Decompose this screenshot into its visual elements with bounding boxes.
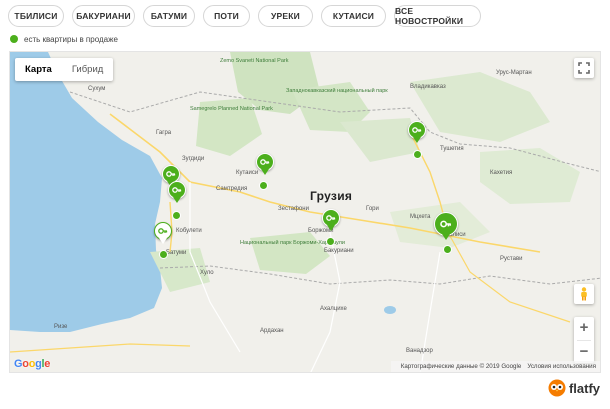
marker-gudauri[interactable] <box>408 121 426 143</box>
zoom-in-button[interactable]: + <box>574 317 594 340</box>
label-vanadzor: Ванадзор <box>406 348 433 354</box>
credits-data: Картографические данные © 2019 Google <box>400 363 522 370</box>
label-zugdidi: Зугдиди <box>182 156 205 162</box>
label-mtskheta: Мцхета <box>410 214 431 220</box>
label-samegrelo: Samegrelo Planned National Park <box>190 106 273 112</box>
map-credits: Картографические данные © 2019 Google Ус… <box>390 361 600 372</box>
label-west-park: Западнокавказский национальный парк <box>286 88 388 94</box>
marker-tbilisi-dot[interactable] <box>443 245 452 254</box>
marker-borjomi[interactable] <box>322 209 340 231</box>
label-rustavi: Рустави <box>500 256 523 262</box>
legend: есть квартиры в продаже <box>10 33 118 45</box>
map-type-control: Карта Гибрид <box>15 58 114 81</box>
city-pill-tbilisi[interactable]: ТБИЛИСИ <box>8 5 64 27</box>
label-zestafoni: Зестафони <box>278 206 309 212</box>
label-kutaisi: Кутаиси <box>236 170 259 176</box>
marker-ureki-dot[interactable] <box>172 211 181 220</box>
marker-gudauri-dot[interactable] <box>413 150 422 159</box>
tab-map[interactable]: Карта <box>15 58 62 81</box>
label-urus: Урус-Мартан <box>496 70 532 76</box>
google-logo: Google <box>14 358 51 370</box>
label-gagra: Гагра <box>156 130 172 136</box>
key-icon <box>172 187 182 193</box>
label-samtredia: Самтредия <box>216 186 248 192</box>
city-pill-poti[interactable]: ПОТИ <box>203 5 250 27</box>
owl-icon <box>548 379 566 397</box>
flatfy-logo[interactable]: flatfy <box>548 379 600 397</box>
marker-kutaisi[interactable] <box>256 153 274 175</box>
key-icon <box>158 228 168 234</box>
key-icon <box>166 171 176 177</box>
marker-batumi-dot[interactable] <box>159 250 168 259</box>
label-khulo: Хуло <box>200 270 214 276</box>
label-country: Грузия <box>310 189 353 203</box>
marker-bakuriani-dot[interactable] <box>326 237 335 246</box>
city-pill-all-new[interactable]: ВСЕ НОВОСТРОЙКИ <box>394 5 481 27</box>
map-base <box>10 52 600 372</box>
fullscreen-button[interactable] <box>574 58 594 78</box>
city-pill-bakuriani[interactable]: БАКУРИАНИ <box>72 5 135 27</box>
zoom-control: + − <box>574 317 594 363</box>
city-pill-batumi[interactable]: БАТУМИ <box>143 5 195 27</box>
label-sukhum: Сухум <box>88 86 106 92</box>
key-icon <box>412 127 422 133</box>
label-akhaltsikhe: Ахалцихе <box>320 306 347 312</box>
fullscreen-icon <box>578 62 590 74</box>
marker-batumi[interactable] <box>154 222 172 244</box>
credits-terms-link[interactable]: Условия использования <box>527 363 596 370</box>
label-gori: Гори <box>366 206 379 212</box>
city-pill-kutaisi[interactable]: КУТАИСИ <box>321 5 386 27</box>
label-kobuleti: Кобулети <box>176 228 202 234</box>
tab-hybrid[interactable]: Гибрид <box>62 58 114 81</box>
street-view-button[interactable] <box>574 284 594 304</box>
available-dot-icon <box>10 35 18 43</box>
label-tusheti: Тушетия <box>440 146 464 152</box>
city-filter-bar: ТБИЛИСИ БАКУРИАНИ БАТУМИ ПОТИ УРЕКИ КУТА… <box>8 5 488 29</box>
label-kakheti: Кахетия <box>490 170 513 176</box>
label-vladikavkaz: Владикавказ <box>410 84 446 90</box>
label-batumi: Батуми <box>166 250 187 256</box>
marker-ureki[interactable] <box>168 181 186 203</box>
label-bakuriani: Бакуриани <box>324 248 354 254</box>
pegman-icon <box>581 287 587 301</box>
marker-tbilisi[interactable] <box>434 212 458 240</box>
logo-text: flatfy <box>568 380 600 396</box>
legend-text: есть квартиры в продаже <box>24 34 118 44</box>
key-icon <box>260 159 270 165</box>
marker-kutaisi-dot[interactable] <box>259 181 268 190</box>
label-rize: Ризе <box>54 324 68 330</box>
city-pill-ureki[interactable]: УРЕКИ <box>258 5 313 27</box>
map[interactable]: Zemo Svaneti National Park Samegrelo Pla… <box>9 51 601 373</box>
label-zemo-svaneti: Zemo Svaneti National Park <box>220 58 289 64</box>
key-icon <box>326 215 336 221</box>
key-icon <box>440 220 451 228</box>
label-ardahan: Ардахан <box>260 328 284 334</box>
